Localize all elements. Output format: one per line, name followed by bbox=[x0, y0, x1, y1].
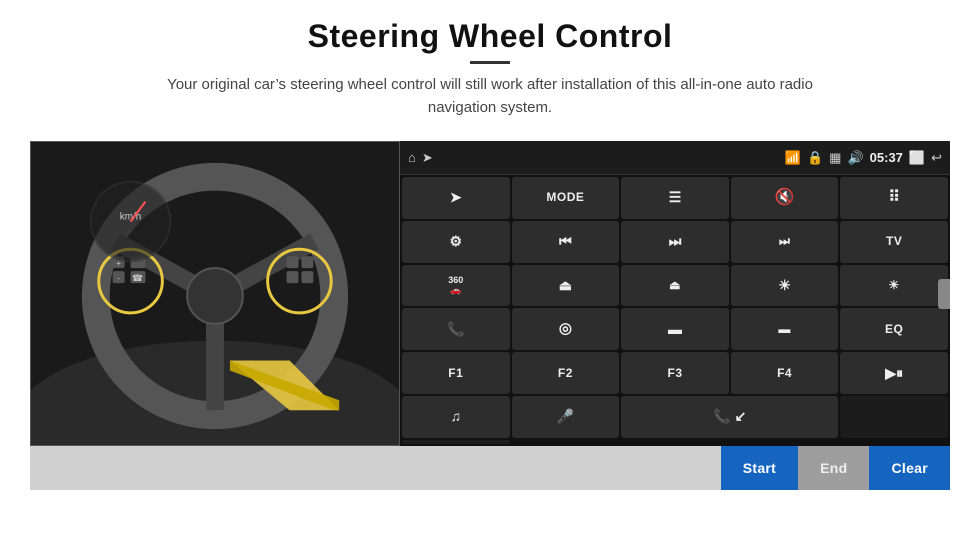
svg-text:-: - bbox=[117, 274, 120, 283]
f2-button[interactable]: F1 bbox=[402, 352, 510, 394]
call-button[interactable]: 📞 ↙ bbox=[621, 396, 838, 438]
sim-icon: ▦ bbox=[829, 150, 841, 166]
mic-button[interactable]: 🎤 bbox=[512, 396, 620, 438]
status-right: 📶 🔒 ▦ 🔊 05:37 ⬜ ↩ bbox=[785, 150, 942, 166]
empty1 bbox=[840, 396, 948, 438]
next-button[interactable]: ⏭ bbox=[621, 221, 729, 263]
page-title: Steering Wheel Control bbox=[30, 18, 950, 55]
title-section: Steering Wheel Control Your original car… bbox=[30, 18, 950, 133]
wifi-icon: 📶 bbox=[785, 150, 801, 166]
content-row: + - ☎ km/h bbox=[30, 141, 950, 446]
button-grid: ➤ MODE ☰ 🔇 ⠿ ⚙ ⏮ ⏭ ⏭ TV 360🚗 ⏏ ⏏ ☀ ☀ 📞 ◎ bbox=[400, 175, 950, 446]
f5-button[interactable]: F4 bbox=[731, 352, 839, 394]
brightness-button[interactable]: ☀ bbox=[731, 265, 839, 307]
steering-wheel-image: + - ☎ km/h bbox=[30, 141, 400, 446]
nav-button[interactable]: ➤ bbox=[402, 177, 510, 219]
status-left: ⌂ ➤ bbox=[408, 150, 433, 166]
title-divider bbox=[470, 61, 510, 64]
clear-button[interactable]: Clear bbox=[869, 446, 950, 490]
empty2 bbox=[402, 440, 510, 444]
status-time: 05:37 bbox=[870, 150, 903, 165]
apps-button[interactable]: ⠿ bbox=[840, 177, 948, 219]
start-button[interactable]: Start bbox=[721, 446, 798, 490]
f4-button[interactable]: F3 bbox=[621, 352, 729, 394]
screen-icon: ⬜ bbox=[909, 150, 925, 166]
media-button[interactable]: TV bbox=[840, 221, 948, 263]
playpause-button[interactable]: ▶⏸ bbox=[840, 352, 948, 394]
f3-button[interactable]: F2 bbox=[512, 352, 620, 394]
phone-button[interactable]: 📞 bbox=[402, 308, 510, 350]
f1-button[interactable]: EQ bbox=[840, 308, 948, 350]
prev-button[interactable]: ⏮ bbox=[512, 221, 620, 263]
mute-button[interactable]: 🔇 bbox=[731, 177, 839, 219]
status-bar: ⌂ ➤ 📶 🔒 ▦ 🔊 05:37 ⬜ ↩ bbox=[400, 141, 950, 175]
control-panel: ⌂ ➤ 📶 🔒 ▦ 🔊 05:37 ⬜ ↩ ➤ MODE ☰ bbox=[400, 141, 950, 446]
map-button[interactable]: ◎ bbox=[512, 308, 620, 350]
bluetooth-icon: 🔊 bbox=[847, 150, 863, 166]
back-icon: ↩ bbox=[931, 150, 942, 166]
subtitle: Your original car’s steering wheel contr… bbox=[140, 74, 840, 119]
page-wrapper: Steering Wheel Control Your original car… bbox=[0, 0, 980, 544]
lock-icon: 🔒 bbox=[807, 150, 823, 166]
action-bar: Start End Clear bbox=[30, 446, 950, 490]
tv-button[interactable]: ⏭ bbox=[731, 221, 839, 263]
screen-size-button[interactable]: ▬ bbox=[621, 308, 729, 350]
end-button[interactable]: End bbox=[798, 446, 869, 490]
navigation-icon: ➤ bbox=[422, 150, 433, 166]
scroll-tab[interactable] bbox=[938, 279, 950, 309]
dvd-button[interactable]: ☀ bbox=[840, 265, 948, 307]
eject-button[interactable]: ⏏ bbox=[512, 265, 620, 307]
svg-text:☎: ☎ bbox=[132, 273, 143, 283]
eq-button[interactable]: ▬ bbox=[731, 308, 839, 350]
mode-button[interactable]: MODE bbox=[512, 177, 620, 219]
radio-button[interactable]: ⏏ bbox=[621, 265, 729, 307]
list-button[interactable]: ☰ bbox=[621, 177, 729, 219]
cam360-button[interactable]: 360🚗 bbox=[402, 265, 510, 307]
music-button[interactable]: ♫ bbox=[402, 396, 510, 438]
home-icon: ⌂ bbox=[408, 150, 416, 165]
settings-button[interactable]: ⚙ bbox=[402, 221, 510, 263]
